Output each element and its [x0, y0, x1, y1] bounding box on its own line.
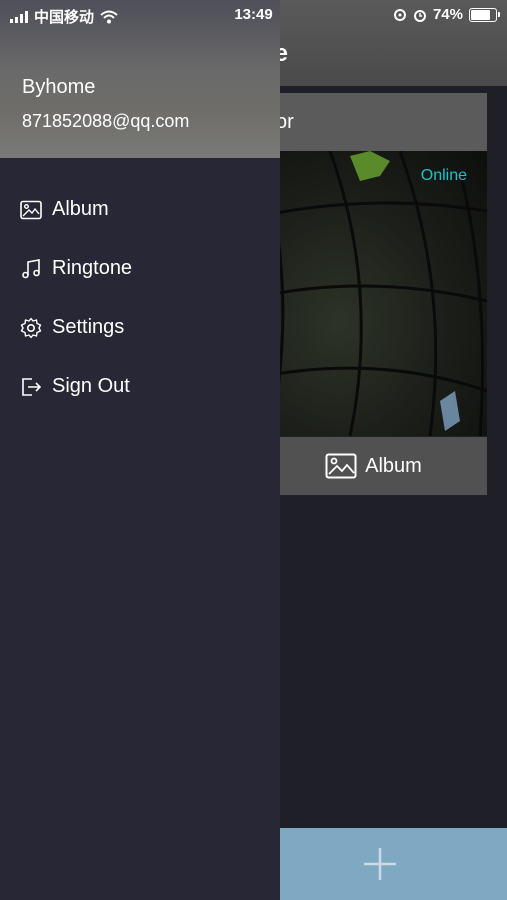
navigation-drawer: Byhome 871852088@qq.com Album Ringtone S… — [0, 0, 280, 900]
menu-item-label: Album — [52, 198, 109, 220]
menu-item-album[interactable]: Album — [0, 180, 280, 239]
menu-item-settings[interactable]: Settings — [0, 298, 280, 357]
menu-item-label: Ringtone — [52, 257, 133, 279]
image-icon — [20, 200, 42, 219]
image-icon — [325, 453, 357, 479]
plus-icon — [364, 848, 396, 880]
status-bar: 中国移动 13:49 74% — [0, 0, 507, 30]
battery-percent: 74% — [432, 6, 463, 23]
menu-item-ringtone[interactable]: Ringtone — [0, 239, 280, 298]
menu-item-sign-out[interactable]: Sign Out — [0, 357, 280, 416]
alarm-icon — [413, 9, 426, 22]
user-email: 871852088@qq.com — [22, 111, 190, 131]
user-name: Byhome — [22, 76, 96, 98]
battery-icon — [469, 7, 500, 22]
menu-item-label: Sign Out — [52, 375, 130, 397]
add-device-button[interactable] — [240, 828, 507, 900]
gear-icon — [20, 317, 42, 338]
album-label: Album — [365, 454, 422, 477]
orientation-lock-icon — [393, 8, 406, 21]
online-status: Online — [420, 167, 467, 184]
sign-out-icon — [22, 377, 42, 396]
drawer-menu: Album Ringtone Settings Sign Out — [0, 180, 280, 416]
music-note-icon — [22, 258, 40, 278]
menu-item-label: Settings — [52, 316, 125, 338]
